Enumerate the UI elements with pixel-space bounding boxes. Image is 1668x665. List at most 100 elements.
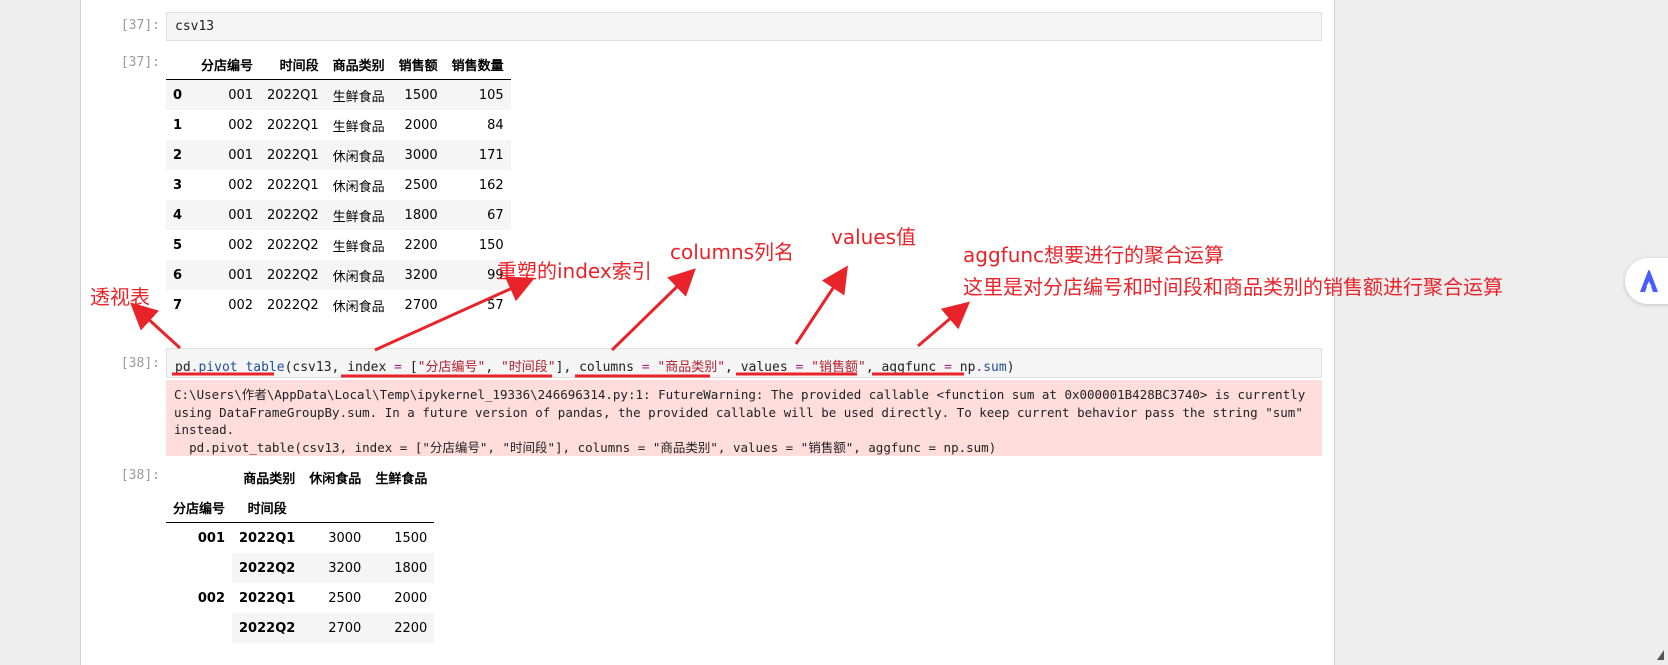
df-row-index: 5 xyxy=(173,237,183,253)
df-cell: 2022Q1 xyxy=(267,117,319,133)
pivot-index-name: 分店编号 xyxy=(166,492,233,523)
df-cell: 2022Q2 xyxy=(267,297,319,313)
df-row: 2 001 2022Q1 休闲食品 3000 171 xyxy=(166,140,511,170)
pivot-col-header-row: 商品类别 休闲食品 生鲜食品 xyxy=(166,462,434,492)
df-cell: 生鲜食品 xyxy=(332,239,385,255)
df-cell: 67 xyxy=(487,207,504,223)
df-cell: 生鲜食品 xyxy=(332,89,385,105)
code-cell-37[interactable]: csv13 xyxy=(166,12,1322,41)
df-cell: 生鲜食品 xyxy=(332,119,385,135)
df-cell: 1800 xyxy=(404,207,438,223)
pivot-cell: 3200 xyxy=(302,553,369,583)
code-token: "分店编号" xyxy=(417,360,486,375)
df-row-index: 7 xyxy=(173,297,183,313)
pivot-row: 001 2022Q1 3000 1500 xyxy=(166,523,434,554)
df-row: 0 001 2022Q1 生鲜食品 1500 105 xyxy=(166,79,511,110)
dataframe-table: 分店编号 时间段 商品类别 销售额 销售数量 0 001 2022Q1 生鲜食品 1500 105… xyxy=(166,49,511,320)
df-cell: 001 xyxy=(228,147,254,163)
pivot-period-index: 2022Q2 xyxy=(232,613,303,643)
annotation-pivot: 透视表 xyxy=(90,285,150,309)
code-token: = xyxy=(386,360,410,375)
df-cell: 171 xyxy=(478,147,504,163)
df-cell: 2022Q2 xyxy=(267,237,319,253)
df-cell: 002 xyxy=(228,117,254,133)
pivot-period-index: 2022Q2 xyxy=(232,553,303,583)
annotation-values: values值 xyxy=(831,225,917,249)
df-cell: 002 xyxy=(228,177,254,193)
annotation-aggfunc-1: aggfunc想要进行的聚合运算 xyxy=(963,243,1225,267)
code-token: = xyxy=(936,360,960,375)
code-token: pivot_table xyxy=(198,360,285,375)
code-token: "销售额" xyxy=(811,360,866,375)
code-token: index xyxy=(347,360,387,375)
df-cell: 2022Q1 xyxy=(267,147,319,163)
pivot-store-index xyxy=(166,553,232,583)
code-token: values xyxy=(740,360,788,375)
code-token: , xyxy=(485,360,501,375)
df-column-header: 商品类别 xyxy=(325,49,392,80)
code-token: = xyxy=(787,360,812,375)
df-row-index: 2 xyxy=(173,147,183,163)
df-row: 4 001 2022Q2 生鲜食品 1800 67 xyxy=(166,200,511,230)
df-row-index: 4 xyxy=(173,207,183,223)
assistant-widget-button[interactable] xyxy=(1625,258,1668,304)
df-column-header: 销售数量 xyxy=(444,49,511,80)
pivot-period-index: 2022Q1 xyxy=(239,590,296,606)
code-text: pd.pivot_table(csv13, index = ["分店编号", "… xyxy=(175,356,1015,375)
pivot-cell: 1500 xyxy=(394,530,428,546)
pivot-cell: 2000 xyxy=(394,590,428,606)
df-cell: 2500 xyxy=(404,177,438,193)
pivot-row: 002 2022Q1 2500 2000 xyxy=(166,583,434,613)
code-token: "时间段" xyxy=(500,360,556,375)
df-cell: 2700 xyxy=(404,297,438,313)
df-cell: 休闲食品 xyxy=(332,269,385,285)
pivot-cell: 2700 xyxy=(302,613,369,643)
df-cell: 162 xyxy=(478,177,504,193)
df-cell: 001 xyxy=(228,207,254,223)
annotation-aggfunc-2: 这里是对分店编号和时间段和商品类别的销售额进行聚合运算 xyxy=(963,275,1503,299)
df-cell: 001 xyxy=(228,267,254,283)
df-cell: 001 xyxy=(228,87,254,103)
code-token: pd xyxy=(175,360,191,375)
code-token: = xyxy=(633,360,658,375)
code-token: np xyxy=(959,360,976,375)
df-cell: 002 xyxy=(228,297,254,313)
df-row-index: 3 xyxy=(173,177,183,193)
pivot-store-index: 002 xyxy=(197,590,226,606)
assistant-logo-icon xyxy=(1640,270,1658,292)
df-cell: 生鲜食品 xyxy=(332,209,385,225)
df-row: 6 001 2022Q2 休闲食品 3200 99 xyxy=(166,260,511,290)
scrollbar-resize-corner[interactable] xyxy=(1657,650,1664,660)
pivot-cell: 2500 xyxy=(328,590,362,606)
code-token: , xyxy=(725,360,741,375)
pivot-row: 2022Q2 3200 1800 xyxy=(166,553,435,583)
pivot-col-header: 生鲜食品 xyxy=(375,471,428,487)
pivot-index-name: 时间段 xyxy=(232,492,303,523)
df-column-header: 分店编号 xyxy=(194,49,261,80)
df-column-header xyxy=(166,49,194,80)
df-cell: 105 xyxy=(478,87,504,103)
df-cell: 2022Q2 xyxy=(267,267,319,283)
pivot-row: 2022Q2 2700 2200 xyxy=(166,613,435,643)
pivot-cell: 2200 xyxy=(368,613,435,643)
pivot-store-index: 001 xyxy=(197,530,226,546)
annotation-index: 重塑的index索引 xyxy=(497,259,652,283)
future-warning-output: C:\Users\作者\AppData\Local\Temp\ipykernel… xyxy=(166,380,1322,456)
pivot-header-spacer xyxy=(368,492,435,523)
code-token: ) xyxy=(1006,360,1015,375)
pivot-table-output: 商品类别 休闲食品 生鲜食品 分店编号 时间段 001 2022Q1 3000 150… xyxy=(166,462,435,643)
df-row-index: 1 xyxy=(173,117,183,133)
df-row: 1 002 2022Q1 生鲜食品 2000 84 xyxy=(166,110,511,140)
code-cell-38[interactable]: pd.pivot_table(csv13, index = ["分店编号", "… xyxy=(166,348,1322,378)
pivot-col-level-name: 商品类别 xyxy=(243,471,296,487)
code-token: [ xyxy=(409,360,418,375)
df-cell: 1500 xyxy=(404,87,438,103)
code-token: , xyxy=(563,360,580,375)
df-cell: 休闲食品 xyxy=(332,149,385,165)
df-row: 5 002 2022Q2 生鲜食品 2200 150 xyxy=(166,230,511,260)
pivot-cell: 1800 xyxy=(368,553,435,583)
pivot-index-name-row: 分店编号 时间段 xyxy=(166,492,435,523)
output-prompt-38: [38]: xyxy=(120,468,160,483)
code-token: sum xyxy=(983,360,1007,375)
df-column-header: 销售额 xyxy=(391,49,445,80)
